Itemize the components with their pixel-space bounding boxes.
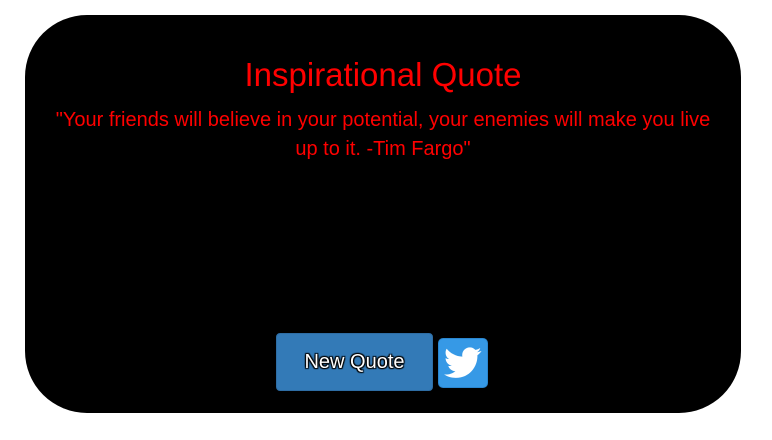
quote-card: Inspirational Quote "Your friends will b… xyxy=(25,15,741,413)
tweet-button[interactable] xyxy=(438,338,488,388)
quote-text: "Your friends will believe in your poten… xyxy=(55,109,711,160)
page-title: Inspirational Quote xyxy=(244,56,522,93)
twitter-bird-icon xyxy=(444,347,482,379)
new-quote-button[interactable]: New Quote xyxy=(276,333,433,391)
